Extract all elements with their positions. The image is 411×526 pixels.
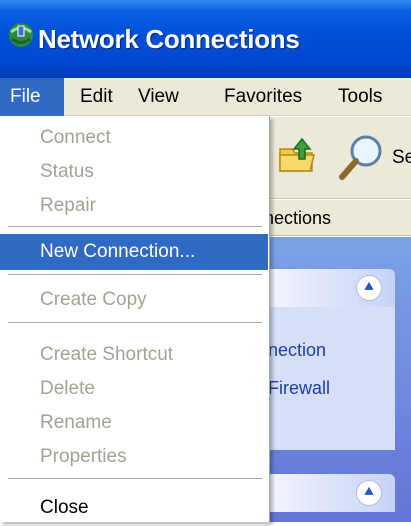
address-text[interactable]: nections: [264, 208, 331, 229]
menu-item-repair[interactable]: Repair: [0, 188, 268, 224]
menu-separator: [8, 322, 262, 324]
title-bar[interactable]: Network Connections: [0, 0, 411, 78]
menu-tools[interactable]: Tools: [330, 78, 390, 116]
collapse-chevron-icon[interactable]: ⯅: [356, 275, 382, 301]
collapse-chevron-icon-2[interactable]: ⯅: [356, 480, 382, 506]
window-title: Network Connections: [38, 24, 300, 54]
menu-item-create-shortcut[interactable]: Create Shortcut: [0, 337, 268, 373]
menu-favorites[interactable]: Favorites: [216, 78, 310, 116]
menu-file[interactable]: File: [0, 78, 64, 116]
folder-up-icon[interactable]: [276, 135, 318, 177]
menu-edit[interactable]: Edit: [72, 78, 121, 116]
menu-separator: [8, 274, 262, 276]
menu-item-close[interactable]: Close: [0, 490, 268, 526]
menu-item-create-copy[interactable]: Create Copy: [0, 282, 268, 318]
task-link-firewall[interactable]: Firewall: [268, 378, 330, 399]
menu-item-new-connection[interactable]: New Connection...: [0, 234, 268, 270]
menu-item-connect[interactable]: Connect: [0, 120, 268, 156]
file-menu-dropdown: Connect Status Repair New Connection... …: [0, 116, 270, 522]
menu-item-properties[interactable]: Properties: [0, 439, 268, 475]
search-icon[interactable]: [336, 131, 388, 183]
menu-view[interactable]: View: [130, 78, 187, 116]
network-connections-icon: [9, 23, 33, 47]
search-button-label[interactable]: Se: [392, 147, 411, 169]
menu-separator: [8, 478, 262, 480]
menu-item-rename[interactable]: Rename: [0, 405, 268, 441]
menu-item-status[interactable]: Status: [0, 154, 268, 190]
menu-item-delete[interactable]: Delete: [0, 371, 268, 407]
task-link-connection[interactable]: nection: [268, 340, 326, 361]
menu-bar: File Edit View Favorites Tools: [0, 78, 411, 116]
menu-separator: [8, 226, 262, 228]
